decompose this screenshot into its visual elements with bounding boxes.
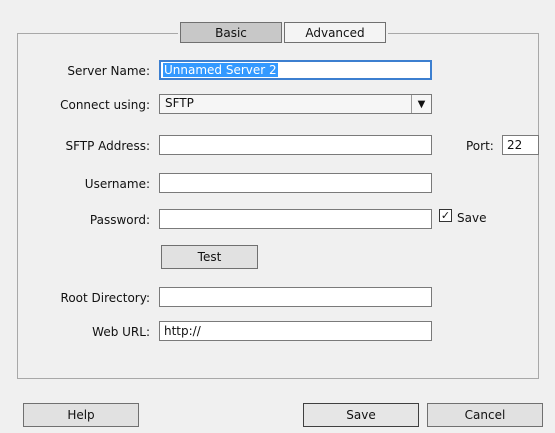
server-name-input[interactable]: Unnamed Server 2 xyxy=(159,60,432,80)
root-directory-label: Root Directory: xyxy=(60,291,150,305)
connect-using-label: Connect using: xyxy=(60,98,150,112)
sftp-address-label: SFTP Address: xyxy=(65,139,150,153)
tab-basic[interactable]: Basic xyxy=(180,22,282,43)
save-password-label: Save xyxy=(457,211,487,225)
username-input[interactable] xyxy=(159,173,432,193)
username-label: Username: xyxy=(84,177,150,191)
save-password-checkbox[interactable]: ✓ xyxy=(439,209,452,222)
password-input[interactable] xyxy=(159,209,432,229)
save-button[interactable]: Save xyxy=(303,403,419,427)
help-button[interactable]: Help xyxy=(23,403,139,427)
connect-using-value: SFTP xyxy=(165,96,194,110)
cancel-button[interactable]: Cancel xyxy=(427,403,543,427)
tab-bar: Basic Advanced xyxy=(178,22,388,44)
port-label: Port: xyxy=(466,139,494,153)
tab-advanced[interactable]: Advanced xyxy=(284,22,386,43)
sftp-address-input[interactable] xyxy=(159,135,432,155)
root-directory-input[interactable] xyxy=(159,287,432,307)
server-name-value: Unnamed Server 2 xyxy=(163,63,278,77)
checkmark-icon: ✓ xyxy=(440,209,451,222)
web-url-label: Web URL: xyxy=(92,325,150,339)
port-input[interactable]: 22 xyxy=(502,135,539,155)
connect-using-select[interactable]: SFTP ▼ xyxy=(159,94,432,114)
dropdown-arrow-icon[interactable]: ▼ xyxy=(411,95,431,113)
web-url-input[interactable]: http:// xyxy=(159,321,432,341)
test-button[interactable]: Test xyxy=(161,245,258,269)
server-name-label: Server Name: xyxy=(67,64,150,78)
password-label: Password: xyxy=(89,213,150,227)
